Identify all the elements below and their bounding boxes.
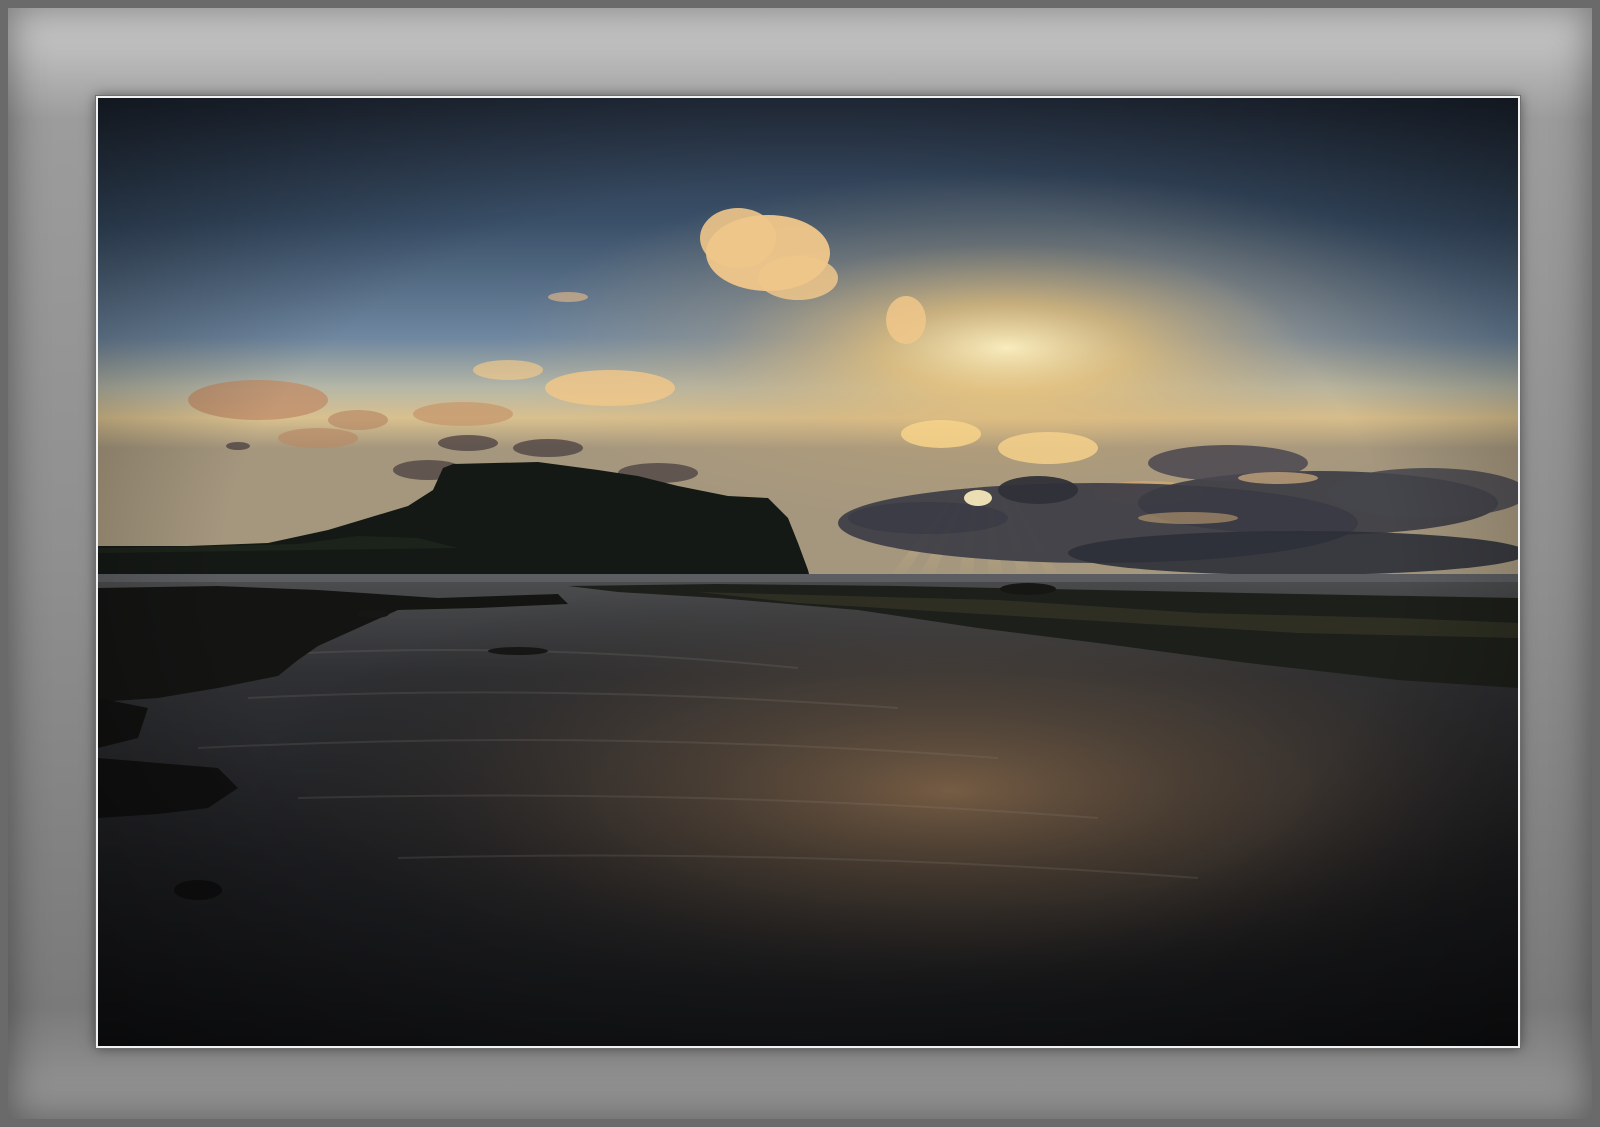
- landscape-photo: [98, 98, 1518, 1046]
- picture-frame: [0, 0, 1600, 1127]
- vignette: [98, 98, 1518, 1046]
- photo: [95, 95, 1521, 1049]
